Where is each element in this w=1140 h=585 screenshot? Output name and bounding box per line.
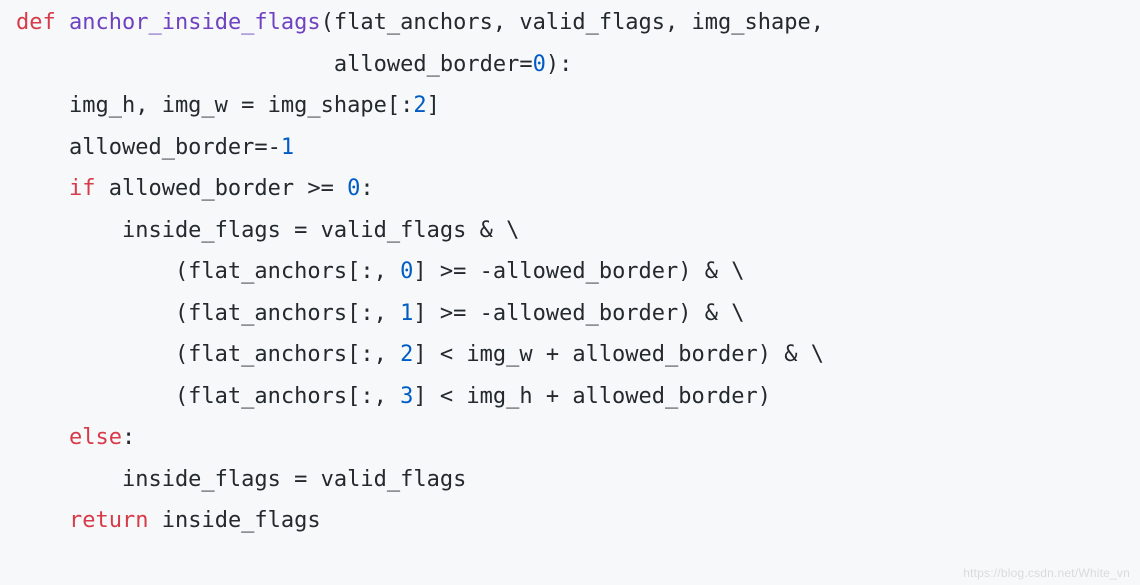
code-token: + [546,342,559,367]
code-token: 0 [347,176,360,201]
code-token: allowed_border) [493,259,705,284]
watermark-text: https://blog.csdn.net/White_vn [963,567,1130,579]
code-token: >= [440,301,467,326]
code-token: def [16,10,56,35]
code-token: 2 [413,93,426,118]
code-token: allowed_border [95,176,307,201]
code-token: & [784,342,797,367]
code-token [334,176,347,201]
code-token: = [294,467,307,492]
code-token: = [519,52,532,77]
code-token: ] [413,342,440,367]
code-token: =- [254,135,281,160]
code-token: allowed_border) [493,301,705,326]
code-token: if [69,176,96,201]
code-token: 0 [400,259,413,284]
code-token: & [705,301,718,326]
code-token: 3 [400,384,413,409]
code-token: ] [413,384,440,409]
code-token: < [440,384,453,409]
code-block: def anchor_inside_flags(flat_anchors, va… [0,0,1140,542]
code-token: + [546,384,559,409]
code-token: - [480,259,493,284]
code-token: inside_flags [148,508,320,533]
code-token [56,10,69,35]
code-token: else [69,425,122,450]
code-token: img_shape[: [254,93,413,118]
code-token: ] [413,301,440,326]
code-token: allowed_border) [559,342,784,367]
code-token: 2 [400,342,413,367]
code-token: img_h [453,384,546,409]
code-token: >= [307,176,334,201]
code-token: anchor_inside_flags [69,10,321,35]
code-token: valid_flags [307,218,479,243]
code-token [466,259,479,284]
code-token: < [440,342,453,367]
code-token: - [480,301,493,326]
code-token: = [241,93,254,118]
code-token: & [705,259,718,284]
code-token: ] [413,259,440,284]
code-token: 1 [281,135,294,160]
code-token: & [480,218,493,243]
code-token: 1 [400,301,413,326]
code-token: = [294,218,307,243]
code-token: img_w [453,342,546,367]
code-token: return [69,508,148,533]
code-token [466,301,479,326]
code-token: 0 [533,52,546,77]
code-token [16,176,69,201]
code-token: >= [440,259,467,284]
